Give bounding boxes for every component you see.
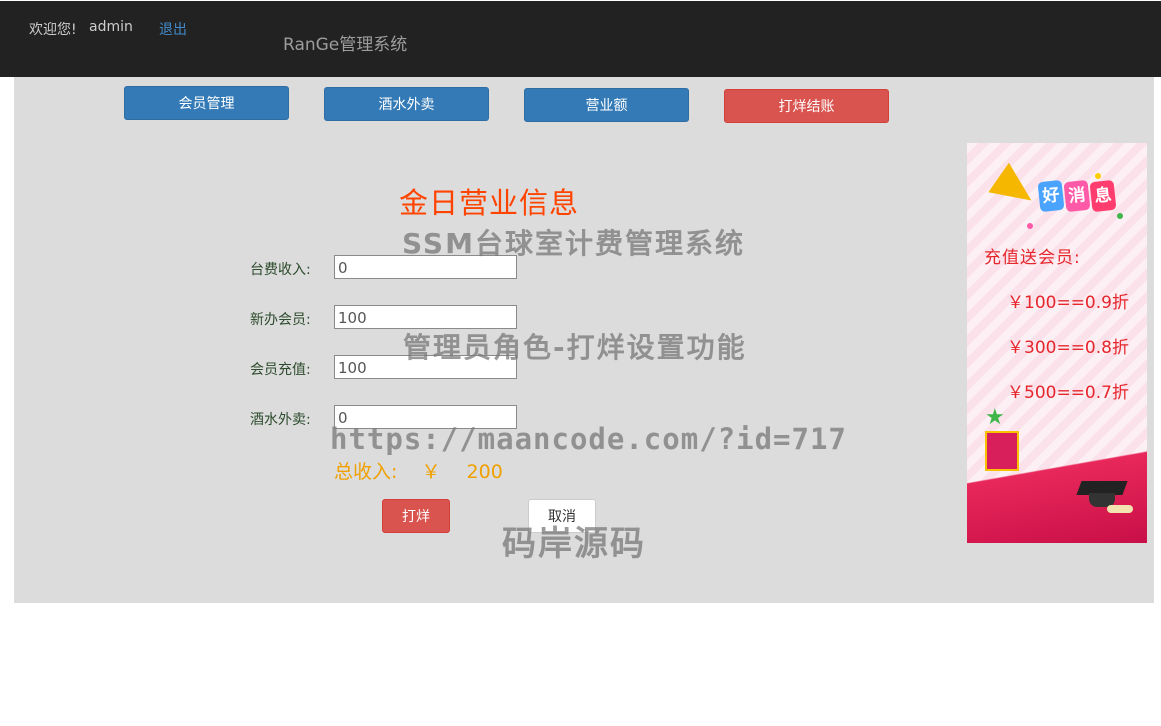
megaphone-icon bbox=[988, 162, 1042, 216]
badge-char: 消 bbox=[1063, 179, 1091, 213]
revenue-button[interactable]: 营业额 bbox=[524, 88, 689, 122]
total-income: 总收入: ￥ 200 bbox=[334, 457, 503, 484]
star-icon: ★ bbox=[985, 405, 1005, 430]
close-checkout-button[interactable]: 打烊结账 bbox=[724, 89, 889, 123]
top-navbar: 欢迎您! admin 退出 RanGe管理系统 bbox=[0, 1, 1161, 77]
total-label: 总收入: bbox=[334, 461, 398, 483]
drinks-input[interactable]: 0 bbox=[334, 405, 517, 429]
logout-link[interactable]: 退出 bbox=[159, 19, 187, 39]
recharge-input[interactable]: 100 bbox=[334, 355, 517, 379]
brand-title[interactable]: RanGe管理系统 bbox=[283, 30, 407, 55]
total-value: 200 bbox=[466, 461, 503, 483]
diploma-icon bbox=[1107, 505, 1133, 513]
promo-rate-100: ￥100==0.9折 bbox=[1007, 293, 1129, 313]
member-management-button[interactable]: 会员管理 bbox=[124, 86, 289, 120]
total-currency: ￥ bbox=[421, 461, 441, 483]
promo-banner: 好 消 息 充值送会员: ￥100==0.9折 ￥300==0.8折 ￥500=… bbox=[967, 143, 1147, 543]
promo-rate-500: ￥500==0.7折 bbox=[1007, 383, 1129, 403]
promo-heading: 充值送会员: bbox=[984, 248, 1081, 268]
new-member-input[interactable]: 100 bbox=[334, 305, 517, 329]
new-member-label: 新办会员: bbox=[250, 312, 311, 328]
confetti-icon bbox=[1027, 223, 1033, 229]
table-fee-input[interactable]: 0 bbox=[334, 255, 517, 279]
good-news-badge: 好 消 息 bbox=[1037, 179, 1117, 213]
confetti-icon bbox=[1117, 213, 1123, 219]
promo-rate-300: ￥300==0.8折 bbox=[1007, 338, 1129, 358]
badge-char: 好 bbox=[1037, 179, 1065, 213]
form-title: 金日营业信息 bbox=[399, 186, 580, 220]
username: admin bbox=[89, 19, 133, 35]
gift-bag-icon bbox=[985, 431, 1019, 471]
confetti-icon bbox=[1095, 173, 1101, 179]
cancel-button[interactable]: 取消 bbox=[528, 499, 596, 533]
table-fee-label: 台费收入: bbox=[250, 262, 311, 278]
recharge-label: 会员充值: bbox=[250, 362, 311, 378]
drinks-label: 酒水外卖: bbox=[250, 412, 311, 428]
close-shop-submit-button[interactable]: 打烊 bbox=[382, 499, 450, 533]
badge-char: 息 bbox=[1089, 179, 1117, 213]
drinks-takeout-button[interactable]: 酒水外卖 bbox=[324, 87, 489, 121]
welcome-text: 欢迎您! bbox=[29, 22, 77, 38]
